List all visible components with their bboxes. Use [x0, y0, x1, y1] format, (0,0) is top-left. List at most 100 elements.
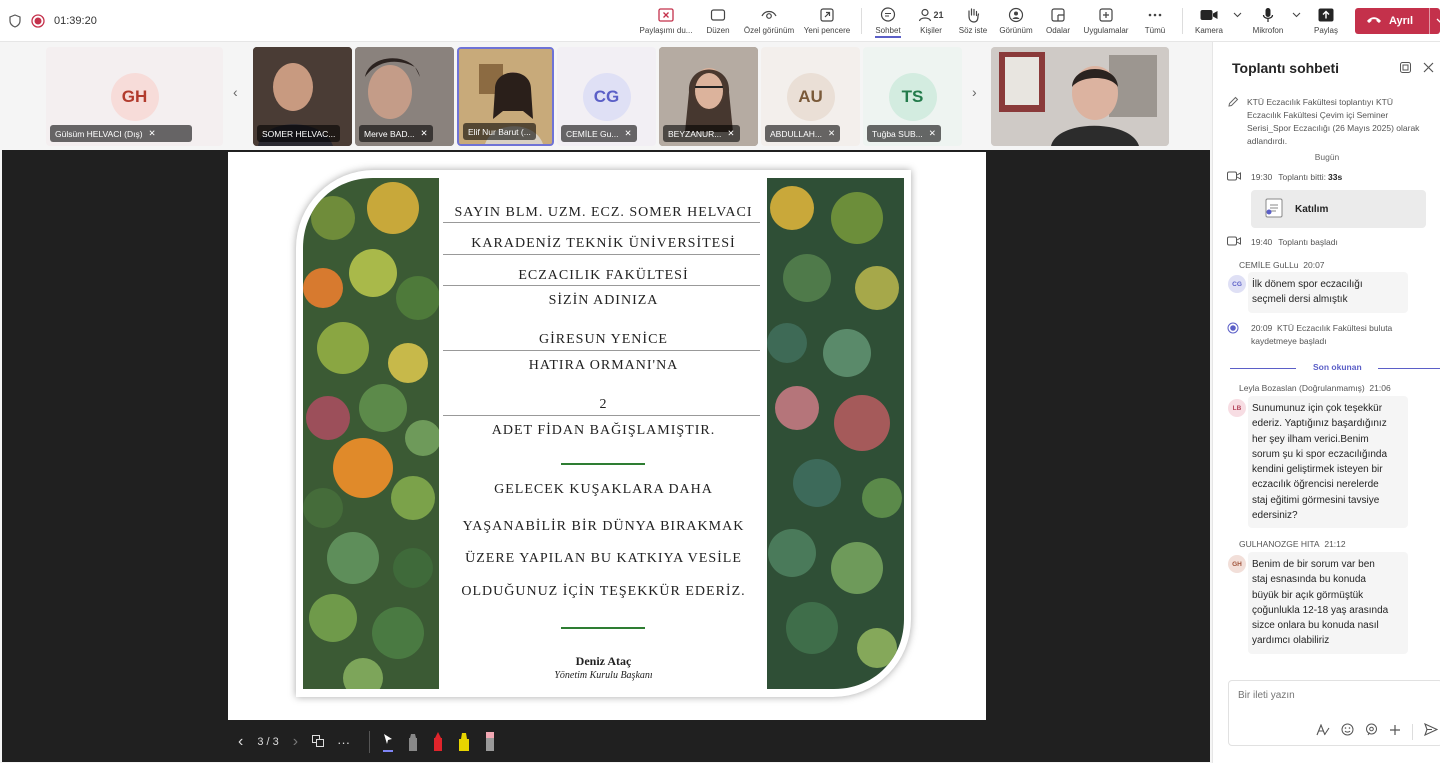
chevron-down-icon: [1292, 4, 1301, 26]
stop-sharing-button[interactable]: Paylaşımı du...: [638, 4, 694, 40]
mic-off-icon: ✕: [420, 128, 428, 138]
chevron-left-icon[interactable]: ‹: [238, 733, 243, 751]
add-icon[interactable]: [1389, 723, 1401, 741]
raise-hand-icon: [966, 4, 980, 26]
divider: [1412, 724, 1413, 740]
divider: [369, 731, 371, 753]
people-button[interactable]: 21 Kişiler: [914, 4, 948, 40]
chevron-left-icon[interactable]: ‹: [233, 84, 238, 100]
microphone-button[interactable]: Mikrofon: [1250, 4, 1286, 40]
participant-tile[interactable]: BEYZANUR... ✕: [659, 47, 758, 146]
participant-tile[interactable]: Merve BAD... ✕: [355, 47, 454, 146]
camera-icon: [1200, 4, 1218, 26]
microphone-icon: [1262, 4, 1274, 26]
participant-name: ABDULLAH... ✕: [765, 125, 841, 142]
presentation-controls: ‹ 3 / 3 › ···: [228, 722, 986, 762]
recording-started-event: 20:09 KTÜ Eczacılık Fakültesi buluta kay…: [1227, 322, 1432, 348]
camera-button[interactable]: Kamera: [1192, 4, 1226, 40]
chevron-right-icon[interactable]: ›: [293, 733, 298, 751]
participant-name: Merve BAD... ✕: [359, 125, 433, 142]
custom-view-button[interactable]: Özel görünüm: [741, 4, 797, 40]
camera-options-button[interactable]: [1230, 4, 1244, 40]
toolbar-divider: [1182, 8, 1183, 34]
participant-tile[interactable]: GH Gülsüm HELVACI (Dış) ✕: [46, 47, 223, 146]
green-divider: [561, 463, 645, 465]
format-icon[interactable]: [1316, 723, 1330, 741]
divider: [443, 285, 760, 286]
highlighter-icon[interactable]: [458, 730, 470, 755]
video-camera-icon: [1227, 171, 1241, 185]
participant-name: Elif Nur Barut (...: [463, 123, 536, 140]
participant-tile[interactable]: AU ABDULLAH... ✕: [761, 47, 860, 146]
chat-message[interactable]: Sunumunuz için çok teşekkür ederiz. Yapt…: [1248, 396, 1408, 529]
pointer-icon[interactable]: [383, 733, 394, 752]
marker-red-icon[interactable]: [433, 730, 443, 755]
more-icon: [1148, 4, 1162, 26]
layout-icon: [710, 4, 726, 26]
participant-tile[interactable]: TS Tuğba SUB... ✕: [863, 47, 962, 146]
emoji-icon[interactable]: [1341, 723, 1354, 741]
mic-off-icon: ✕: [148, 128, 156, 138]
grid-view-icon[interactable]: [312, 734, 325, 750]
slide-line-location: GİRESUN YENİCE: [539, 332, 668, 347]
meeting-toolbar: 01:39:20 Paylaşımı du... Düzen Özel görü…: [0, 0, 1440, 42]
stop-sharing-icon: [658, 4, 674, 26]
chevron-right-icon[interactable]: ›: [972, 84, 977, 100]
loop-icon[interactable]: [1365, 723, 1378, 741]
view-button[interactable]: Görünüm: [996, 4, 1036, 40]
participant-tile[interactable]: SOMER HELVAC...: [253, 47, 352, 146]
new-window-icon: [820, 4, 834, 26]
chat-message[interactable]: Benim de bir sorum var ben staj esnasınd…: [1248, 552, 1408, 654]
slide-thanks-line: YAŞANABİLİR BİR DÜNYA BIRAKMAK: [462, 519, 745, 534]
chevron-down-icon[interactable]: [1429, 8, 1440, 34]
green-divider: [561, 627, 645, 629]
slide-line-donated: ADET FİDAN BAĞIŞLAMIŞTIR.: [491, 423, 716, 438]
pencil-icon: [1227, 96, 1239, 148]
chevron-down-icon: [1233, 4, 1242, 26]
rename-notice: KTÜ Eczacılık Fakültesi toplantıyı KTÜ E…: [1227, 96, 1432, 148]
meeting-ended-event: 19:30 Toplantı bitti: 33s: [1227, 171, 1342, 185]
chat-button[interactable]: Sohbet: [870, 4, 906, 40]
chat-message[interactable]: İlk dönem spor eczacılığı seçmeli dersi …: [1248, 272, 1408, 313]
last-read-marker: Son okunan: [1230, 362, 1440, 374]
divider: [443, 415, 760, 416]
pen-icon[interactable]: [408, 730, 418, 755]
message-input[interactable]: [1238, 690, 1418, 701]
leave-button[interactable]: Ayrıl: [1355, 8, 1440, 34]
slide-line-on-behalf: SİZİN ADINIZA: [548, 293, 659, 308]
microphone-options-button[interactable]: [1289, 4, 1303, 40]
self-video-tile[interactable]: [991, 47, 1169, 146]
rooms-button[interactable]: Odalar: [1042, 4, 1074, 40]
chat-title: Toplantı sohbeti: [1232, 60, 1340, 76]
participant-tile[interactable]: CG CEMİLE Gu... ✕: [557, 47, 656, 146]
chat-panel: Toplantı sohbeti KTÜ Eczacılık Fakültesi…: [1212, 42, 1440, 763]
new-window-button[interactable]: Yeni pencere: [801, 4, 853, 40]
slide-line-forest: HATIRA ORMANI'NA: [528, 358, 679, 373]
eye-icon: [761, 4, 777, 26]
forest-image-right: [767, 178, 904, 689]
popout-icon[interactable]: [1400, 60, 1411, 78]
eraser-icon[interactable]: [485, 730, 495, 755]
document-icon: [1263, 197, 1285, 222]
mic-off-icon: ✕: [928, 128, 936, 138]
more-icon[interactable]: ···: [337, 735, 350, 750]
avatar: LB: [1228, 399, 1246, 417]
participant-tile[interactable]: Elif Nur Barut (...: [457, 47, 554, 146]
apps-button[interactable]: Uygulamalar: [1080, 4, 1132, 40]
layout-button[interactable]: Düzen: [702, 4, 734, 40]
message-header: GULHANOZGE HITA 21:12: [1239, 539, 1346, 549]
share-button[interactable]: Paylaş: [1310, 4, 1342, 40]
avatar: GH: [110, 73, 159, 121]
chat-icon: [880, 4, 896, 26]
close-icon[interactable]: [1423, 60, 1434, 78]
send-icon[interactable]: [1424, 722, 1439, 741]
phone-hangup-icon: [1366, 15, 1382, 27]
avatar: GH: [1228, 555, 1246, 573]
attendance-card[interactable]: Katılım: [1251, 190, 1426, 228]
mic-off-icon: ✕: [827, 128, 836, 138]
raise-hand-button[interactable]: Söz iste: [956, 4, 990, 40]
apps-icon: [1099, 4, 1113, 26]
rooms-icon: [1051, 4, 1065, 26]
meeting-timer: 01:39:20: [54, 15, 97, 27]
more-button[interactable]: Tümü: [1140, 4, 1170, 40]
